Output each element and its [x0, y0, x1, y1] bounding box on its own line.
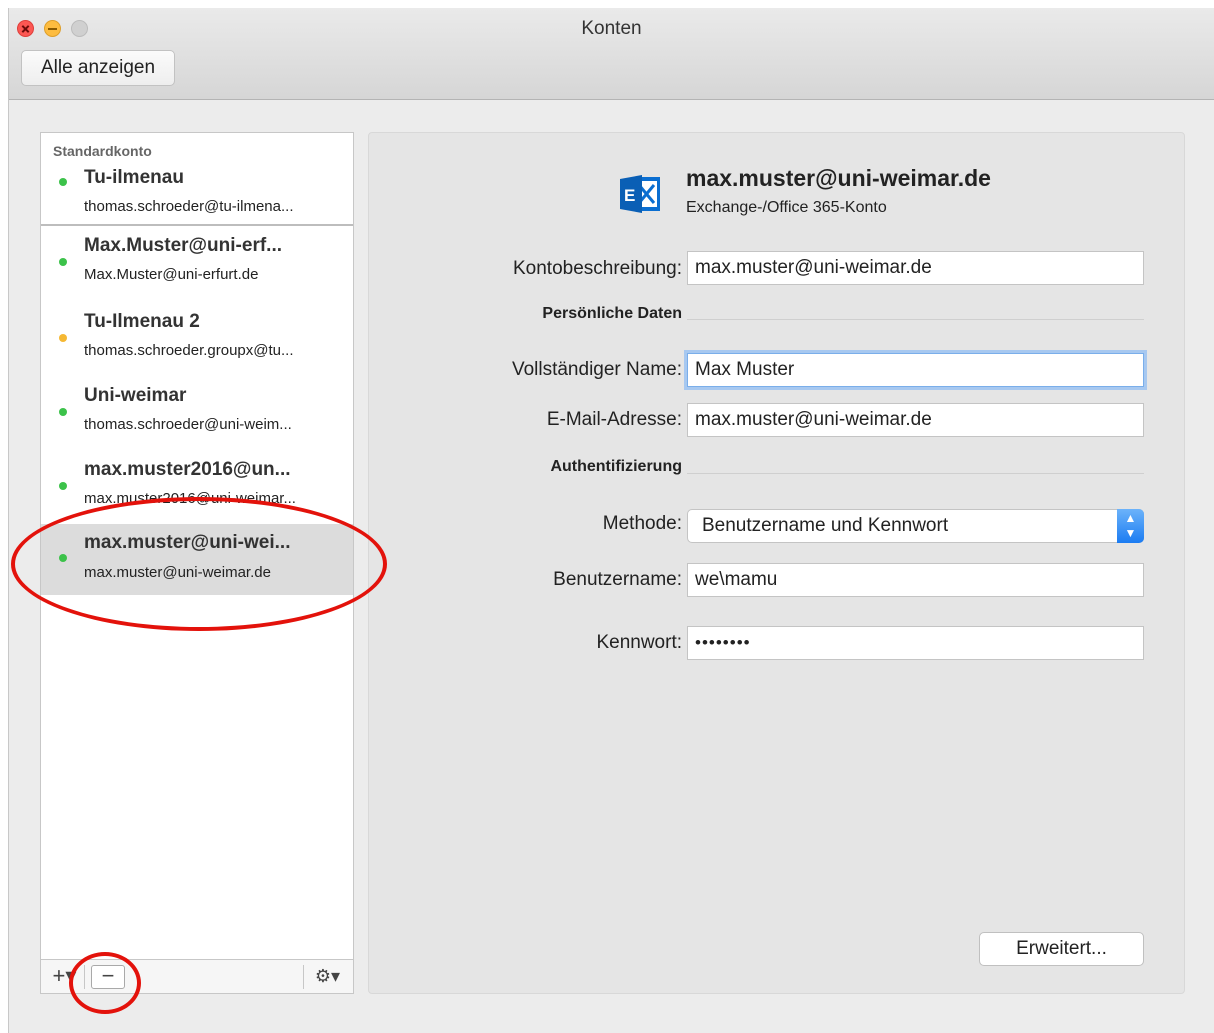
account-title: max.muster@uni-weimar.de — [686, 165, 991, 191]
exchange-icon: E — [620, 175, 660, 213]
account-item-uni-erfurt[interactable]: Max.Muster@uni-erf... Max.Muster@uni-erf… — [41, 227, 353, 300]
account-email: Max.Muster@uni-erfurt.de — [84, 266, 259, 283]
account-name: max.muster@uni-wei... — [84, 532, 291, 553]
status-dot-icon — [59, 482, 67, 490]
method-label: Methode: — [602, 513, 682, 534]
status-dot-icon — [59, 554, 67, 562]
remove-account-button[interactable]: − — [91, 965, 125, 989]
account-type: Exchange-/Office 365-Konto — [686, 199, 887, 216]
default-account-divider — [41, 224, 353, 226]
advanced-button[interactable]: Erweitert... — [979, 932, 1144, 966]
account-email: max.muster2016@uni-weimar... — [84, 490, 296, 507]
account-list: Standardkonto Tu-ilmenau thomas.schroede… — [40, 132, 354, 994]
status-dot-icon — [59, 408, 67, 416]
username-field[interactable]: we\mamu — [687, 563, 1144, 597]
account-item-tu-ilmenau-2[interactable]: Tu-Ilmenau 2 thomas.schroeder.groupx@tu.… — [41, 303, 353, 376]
account-name: max.muster2016@un... — [84, 459, 291, 480]
gear-icon[interactable]: ⚙▾ — [303, 965, 351, 989]
email-field[interactable]: max.muster@uni-weimar.de — [687, 403, 1144, 437]
account-name: Tu-ilmenau — [84, 167, 184, 188]
account-name: Max.Muster@uni-erf... — [84, 235, 282, 256]
accounts-window: Konten Alle anzeigen Standardkonto Tu-il… — [8, 8, 1214, 1033]
personal-data-header: Persönliche Daten — [542, 305, 682, 322]
authentication-divider — [687, 473, 1144, 474]
window-title: Konten — [581, 18, 642, 39]
svg-text:E: E — [624, 186, 635, 205]
password-field[interactable]: •••••••• — [687, 626, 1144, 660]
status-dot-icon — [59, 178, 67, 186]
fullname-field[interactable]: Max Muster — [687, 353, 1144, 387]
default-account-label: Standardkonto — [53, 143, 152, 159]
account-item-tu-ilmenau[interactable]: Tu-ilmenau thomas.schroeder@tu-ilmena... — [41, 159, 353, 224]
account-name: Tu-Ilmenau 2 — [84, 311, 200, 332]
title-bar: Konten Alle anzeigen — [9, 8, 1214, 100]
account-item-max-muster-uni-weimar[interactable]: max.muster@uni-wei... max.muster@uni-wei… — [41, 524, 353, 595]
account-email: thomas.schroeder@uni-weim... — [84, 416, 292, 433]
show-all-button[interactable]: Alle anzeigen — [21, 50, 175, 86]
account-item-max-muster2016[interactable]: max.muster2016@un... max.muster2016@uni-… — [41, 451, 353, 524]
email-label: E-Mail-Adresse: — [546, 409, 682, 430]
fullname-label: Vollständiger Name: — [511, 359, 682, 380]
method-selected-value: Benutzername und Kennwort — [702, 515, 949, 536]
password-label: Kennwort: — [596, 632, 682, 653]
account-email: max.muster@uni-weimar.de — [84, 564, 271, 581]
username-label: Benutzername: — [553, 569, 682, 590]
add-account-button[interactable]: +▾ — [45, 965, 85, 989]
updown-chevron-icon: ▲ ▼ — [1117, 509, 1144, 543]
account-detail-pane: E max.muster@uni-weimar.de Exchange-/Off… — [368, 132, 1185, 994]
description-field[interactable]: max.muster@uni-weimar.de — [687, 251, 1144, 285]
account-item-uni-weimar[interactable]: Uni-weimar thomas.schroeder@uni-weim... — [41, 377, 353, 450]
account-list-toolbar: +▾ − ⚙▾ — [41, 959, 353, 993]
description-label: Kontobeschreibung: — [512, 258, 682, 279]
status-dot-icon — [59, 258, 67, 266]
personal-data-divider — [687, 319, 1144, 320]
method-select[interactable]: Benutzername und Kennwort ▲ ▼ — [687, 509, 1144, 543]
account-email: thomas.schroeder@tu-ilmena... — [84, 198, 294, 215]
account-email: thomas.schroeder.groupx@tu... — [84, 342, 294, 359]
status-dot-icon — [59, 334, 67, 342]
account-name: Uni-weimar — [84, 385, 187, 406]
authentication-header: Authentifizierung — [550, 458, 682, 475]
